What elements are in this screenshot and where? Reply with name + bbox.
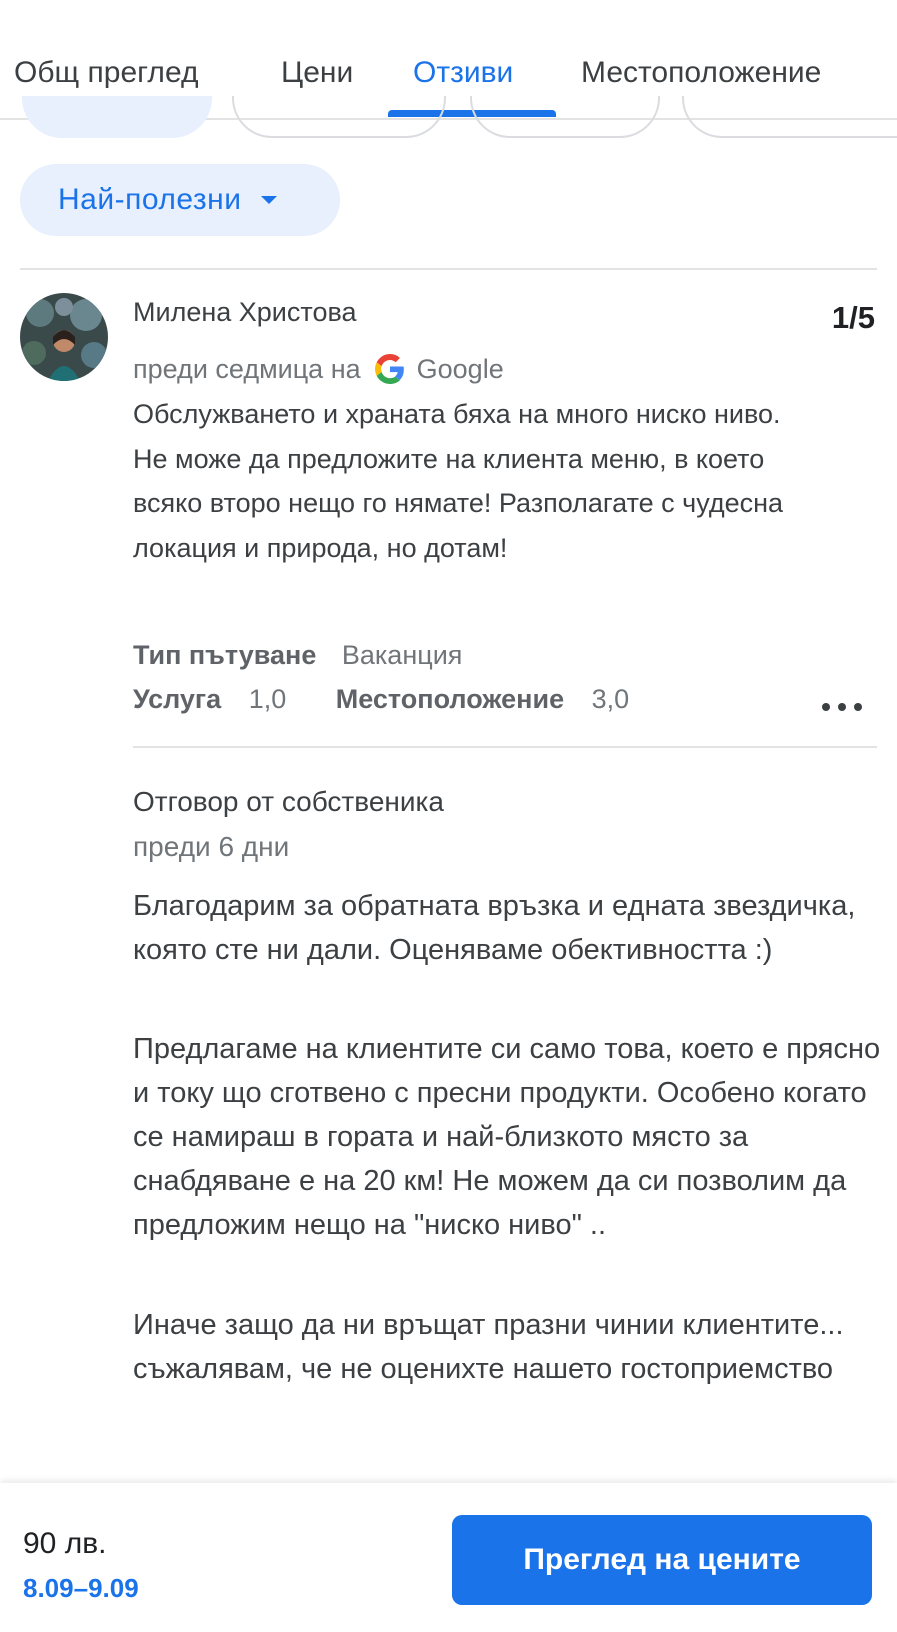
trip-type-row: Тип пътуване Ваканция [133,640,462,671]
reviewer-name[interactable]: Милена Христова [133,297,357,328]
location-label: Местоположение [335,684,565,714]
tab-reviews[interactable]: Отзиви [413,56,513,98]
view-prices-label: Преглед на цените [523,1543,801,1576]
caret-down-icon [261,196,278,204]
trip-type-value: Ваканция [341,640,463,670]
tab-overview[interactable]: Общ преглед [14,56,198,98]
tab-prices[interactable]: Цени [281,56,353,98]
service-value: 1,0 [248,684,287,714]
owner-reply-paragraph: Благодарим за обратната връзка и едната … [133,890,856,966]
filter-chip[interactable] [682,96,897,138]
sort-label: Най-полезни [58,183,242,216]
date-range[interactable]: 8.09–9.09 [23,1573,139,1604]
owner-reply-paragraph: Иначе защо да ни връщат празни чинии кли… [133,1309,844,1385]
ratings-row: Услуга 1,0 Местоположение 3,0 [133,684,629,715]
filter-chip[interactable] [470,96,660,138]
divider [133,746,877,748]
divider [20,268,877,270]
google-g-icon [374,354,404,384]
review-time: преди седмица на [133,353,361,384]
filter-chip[interactable] [232,96,446,138]
more-horizontal-icon[interactable] [822,699,862,715]
trip-type-label: Тип пътуване [133,640,317,670]
review-source: Google [416,353,504,384]
price: 90 лв. [23,1527,107,1560]
tab-location[interactable]: Местоположение [581,56,821,98]
owner-reply-paragraph: Предлагаме на клиентите си само това, ко… [133,1033,881,1241]
bottom-price-bar: 90 лв. 8.09–9.09 Преглед на цените [0,1483,897,1632]
review-rating: 1/5 [831,300,875,335]
view-prices-button[interactable]: Преглед на цените [452,1515,872,1605]
owner-reply-time: преди 6 дни [133,831,290,862]
location-value: 3,0 [591,684,630,714]
sort-dropdown-button[interactable]: Най-полезни [20,164,340,236]
service-label: Услуга [133,684,222,714]
review-meta: преди седмица на Google [133,350,504,388]
review-text: Обслужването и храната бяха на много нис… [133,399,784,563]
filter-chip[interactable] [22,96,212,138]
owner-reply-title: Отговор от собственика [133,786,444,817]
avatar[interactable] [20,293,108,381]
